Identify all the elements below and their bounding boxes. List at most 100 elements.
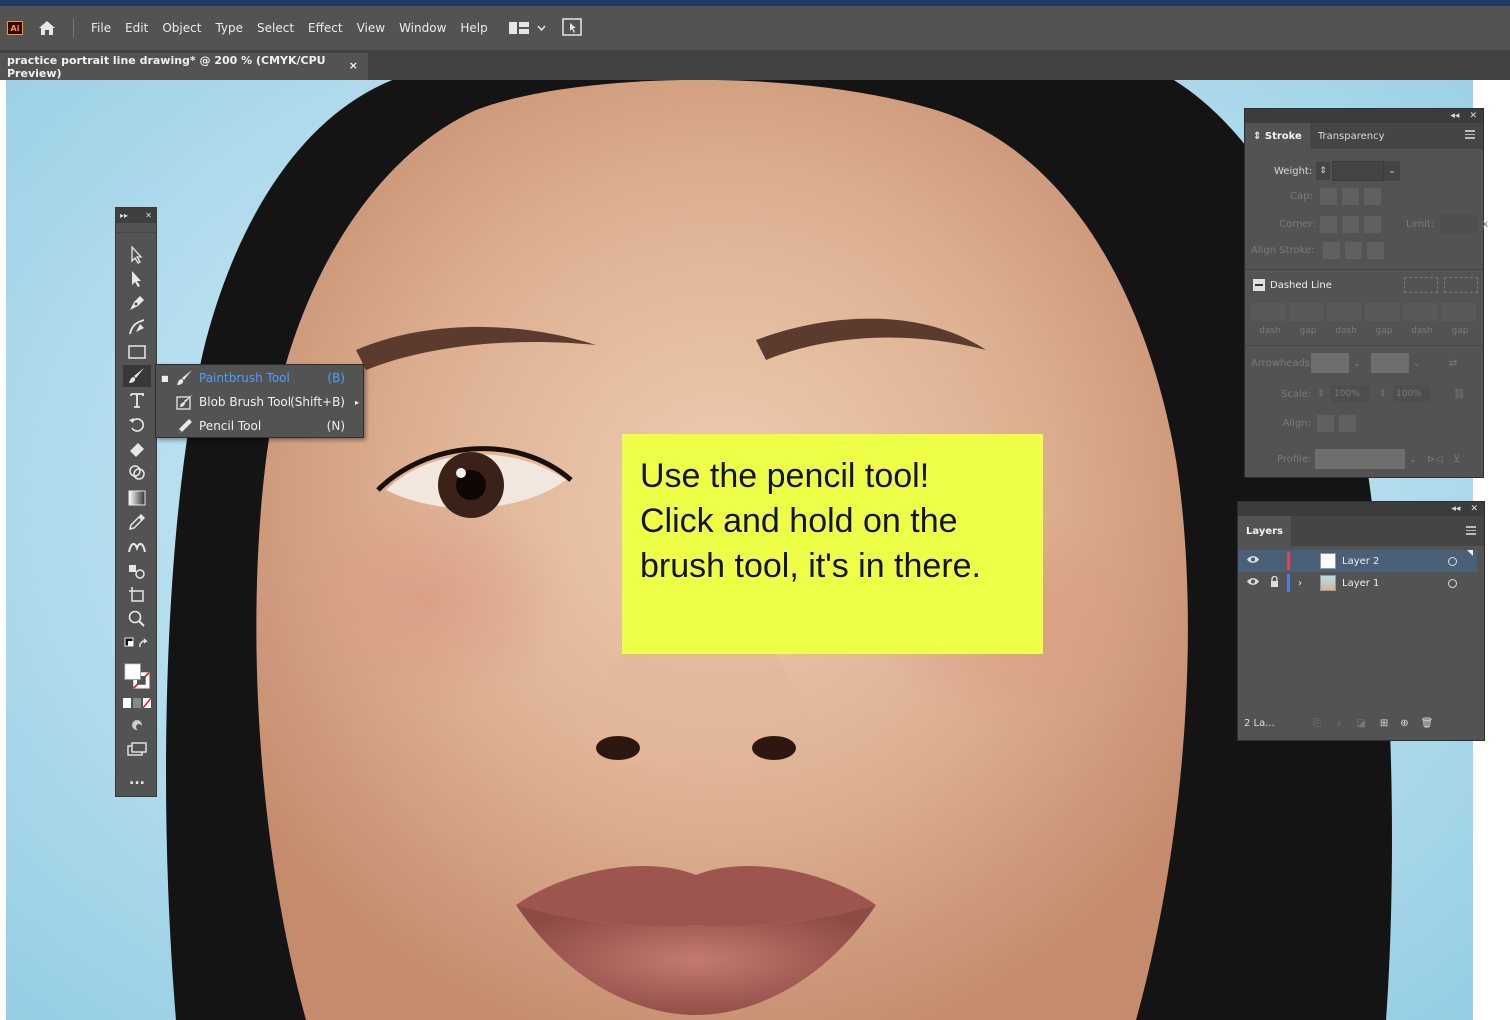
panel-menu-icon[interactable] — [1466, 526, 1476, 535]
tools-panel-header[interactable]: ▸▸ ✕ — [116, 208, 156, 223]
flyout-item-paintbrush[interactable]: ■ Paintbrush Tool (B) — [156, 366, 363, 390]
layer-row[interactable]: Layer 2 — [1238, 550, 1477, 572]
symbol-sprayer-tool-icon[interactable] — [123, 560, 151, 582]
paintbrush-tool-icon[interactable] — [123, 365, 151, 387]
flip-across-icon[interactable]: ⊻ — [1453, 454, 1460, 465]
start-arrowhead-select[interactable] — [1311, 353, 1349, 373]
eraser-tool-icon[interactable] — [123, 438, 151, 460]
export-icon[interactable]: ⎘ — [1313, 718, 1321, 729]
dash-input[interactable] — [1251, 303, 1286, 321]
close-panel-icon[interactable]: ✕ — [1470, 504, 1478, 514]
menu-edit[interactable]: Edit — [118, 21, 155, 35]
layer-name[interactable]: Layer 1 — [1342, 578, 1379, 589]
menu-object[interactable]: Object — [155, 21, 208, 35]
dash-input[interactable] — [1327, 303, 1362, 321]
dashed-line-checkbox[interactable] — [1253, 279, 1265, 291]
document-tab[interactable]: practice portrait line drawing* @ 200 % … — [0, 53, 368, 80]
end-arrowhead-select[interactable] — [1371, 353, 1409, 373]
profile-select[interactable] — [1315, 449, 1405, 469]
menu-help[interactable]: Help — [453, 21, 494, 35]
projecting-cap-icon[interactable] — [1364, 188, 1381, 205]
panel-titlebar[interactable]: ◂◂ ✕ — [1245, 109, 1483, 123]
rectangle-tool-icon[interactable] — [123, 341, 151, 363]
layer-target-icon[interactable] — [1448, 578, 1457, 588]
panel-grip[interactable] — [116, 223, 156, 233]
pen-tool-icon[interactable] — [123, 292, 151, 314]
share-screen-icon[interactable] — [562, 17, 582, 39]
close-panel-icon[interactable]: ✕ — [1469, 111, 1477, 121]
swap-arrowheads-icon[interactable]: ⇄ — [1449, 358, 1457, 369]
scale-stepper[interactable]: ⇕ — [1379, 389, 1393, 399]
tab-transparency[interactable]: Transparency — [1310, 123, 1393, 149]
miter-join-icon[interactable] — [1320, 215, 1337, 233]
collapse-panel-icon[interactable]: ◂◂ — [1451, 504, 1460, 514]
direct-selection-tool-icon[interactable] — [123, 268, 151, 290]
chevron-down-icon[interactable]: ⌄ — [1384, 161, 1400, 181]
gap-input[interactable] — [1365, 303, 1400, 321]
butt-cap-icon[interactable] — [1320, 188, 1337, 205]
workspace-switcher[interactable] — [508, 22, 546, 34]
collapse-panel-icon[interactable]: ◂◂ — [1450, 111, 1459, 121]
bevel-join-icon[interactable] — [1364, 215, 1381, 233]
layer-target-icon[interactable] — [1448, 556, 1457, 566]
layer-name[interactable]: Layer 2 — [1342, 556, 1379, 567]
align-center-icon[interactable] — [1322, 242, 1340, 259]
fill-stroke-swatch-icon[interactable] — [123, 660, 151, 692]
limit-input[interactable] — [1440, 215, 1479, 233]
layer-row[interactable]: › Layer 1 — [1238, 572, 1477, 594]
search-icon[interactable]: ⌕ — [1337, 718, 1343, 729]
start-scale-input[interactable]: 100% — [1331, 385, 1369, 403]
tab-stroke[interactable]: ⇕ Stroke — [1245, 123, 1310, 149]
round-cap-icon[interactable] — [1342, 188, 1359, 205]
flyout-item-blob-brush[interactable]: Blob Brush Tool (Shift+B) ▸ — [156, 390, 363, 414]
weight-input[interactable] — [1332, 161, 1384, 181]
align-outside-icon[interactable] — [1366, 242, 1384, 259]
visibility-eye-icon[interactable] — [1246, 555, 1260, 567]
close-tab-icon[interactable]: × — [349, 59, 358, 72]
swap-fill-stroke-icon[interactable] — [123, 636, 151, 652]
align-dash-icon[interactable] — [1443, 277, 1478, 293]
expand-chevron-icon[interactable]: › — [1298, 578, 1302, 589]
eyedropper-tool-icon[interactable] — [123, 511, 151, 533]
blend-tool-icon[interactable] — [123, 535, 151, 557]
scale-stepper[interactable]: ⇕ — [1317, 389, 1331, 399]
curvature-tool-icon[interactable] — [123, 316, 151, 338]
visibility-eye-icon[interactable] — [1246, 577, 1260, 589]
panel-menu-icon[interactable] — [1465, 130, 1475, 139]
type-tool-icon[interactable] — [123, 389, 151, 411]
arrow-tip-place-icon[interactable] — [1339, 415, 1356, 432]
panel-titlebar[interactable]: ◂◂ ✕ — [1238, 502, 1484, 516]
new-layer-icon[interactable]: ⊕ — [1400, 718, 1408, 729]
selection-tool-icon[interactable] — [123, 244, 151, 266]
make-clipping-mask-icon[interactable]: ◪ — [1356, 718, 1365, 729]
dash-input[interactable] — [1403, 303, 1438, 321]
gap-input[interactable] — [1289, 303, 1324, 321]
delete-layer-icon[interactable]: 🗑 — [1421, 718, 1434, 729]
collapse-panel-icon[interactable]: ▸▸ — [120, 211, 128, 220]
drawing-mode-icon[interactable] — [123, 714, 151, 736]
tab-layers[interactable]: Layers — [1238, 516, 1291, 546]
chevron-down-icon[interactable]: ⌄ — [1405, 454, 1421, 465]
menu-view[interactable]: View — [350, 21, 392, 35]
screen-mode-icon[interactable] — [123, 738, 151, 760]
flip-along-icon[interactable]: ⊳◁ — [1427, 454, 1443, 465]
menu-effect[interactable]: Effect — [301, 21, 350, 35]
new-sublayer-icon[interactable]: ⊞ — [1380, 718, 1388, 729]
end-scale-input[interactable]: 100% — [1393, 385, 1431, 403]
align-inside-icon[interactable] — [1344, 242, 1362, 259]
rotate-tool-icon[interactable] — [123, 414, 151, 436]
gap-input[interactable] — [1441, 303, 1476, 321]
chevron-down-icon[interactable]: ⌄ — [1409, 358, 1425, 369]
menu-window[interactable]: Window — [392, 21, 453, 35]
color-mode-icon[interactable] — [123, 696, 151, 710]
chevron-down-icon[interactable]: ⌄ — [1349, 358, 1365, 369]
home-icon[interactable] — [37, 18, 57, 38]
arrow-tip-extend-icon[interactable] — [1317, 415, 1334, 432]
round-join-icon[interactable] — [1342, 215, 1359, 233]
lock-icon[interactable] — [1270, 575, 1279, 590]
artboard-tool-icon[interactable] — [123, 584, 151, 606]
gradient-tool-icon[interactable] — [123, 487, 151, 509]
preserve-dash-icon[interactable] — [1403, 277, 1438, 293]
menu-type[interactable]: Type — [208, 21, 250, 35]
flyout-item-pencil[interactable]: Pencil Tool (N) — [156, 414, 363, 438]
